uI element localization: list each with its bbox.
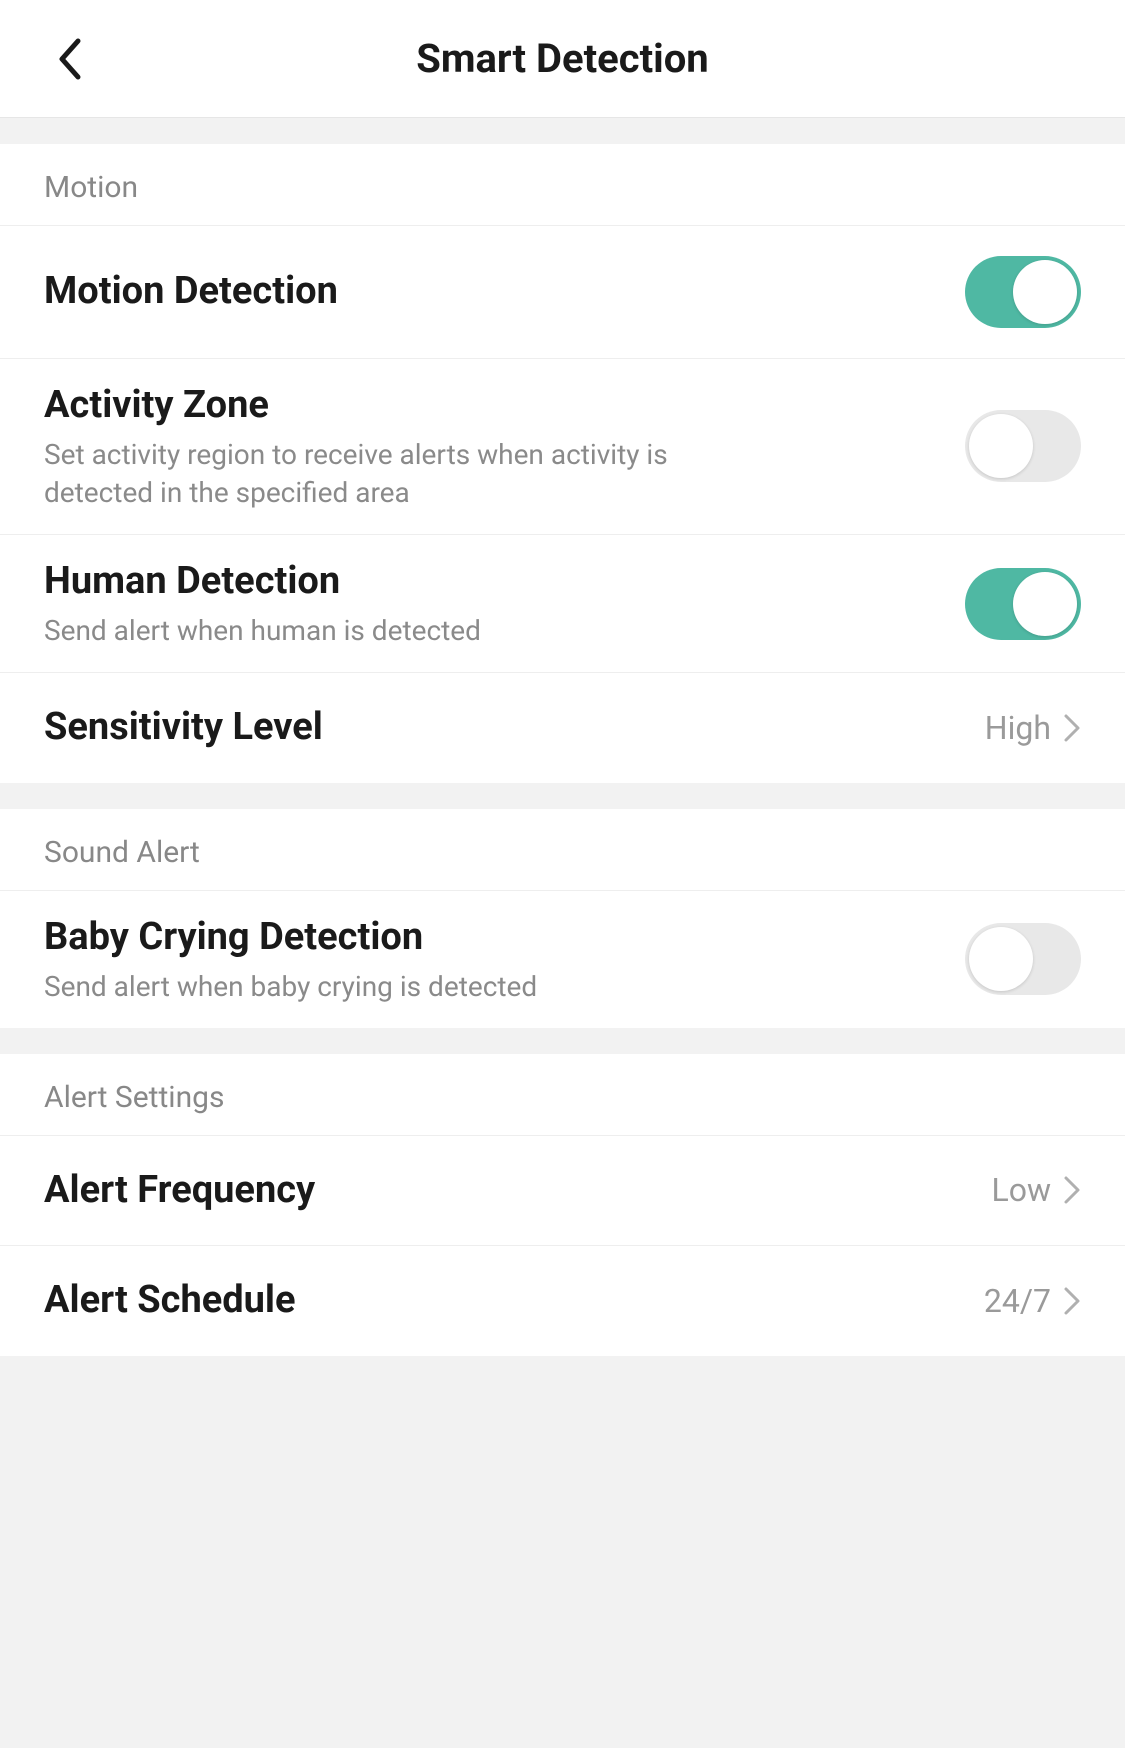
baby-crying-subtitle: Send alert when baby crying is detected bbox=[44, 968, 694, 1006]
row-right: Low bbox=[991, 1171, 1081, 1209]
row-text: Sensitivity Level bbox=[44, 703, 985, 752]
section-sound: Sound Alert Baby Crying Detection Send a… bbox=[0, 809, 1125, 1028]
row-text: Human Detection Send alert when human is… bbox=[44, 557, 965, 650]
row-text: Motion Detection bbox=[44, 267, 965, 316]
activity-zone-subtitle: Set activity region to receive alerts wh… bbox=[44, 436, 694, 512]
human-detection-subtitle: Send alert when human is detected bbox=[44, 612, 694, 650]
alert-schedule-value: 24/7 bbox=[984, 1282, 1051, 1320]
row-human-detection[interactable]: Human Detection Send alert when human is… bbox=[0, 535, 1125, 673]
human-detection-toggle[interactable] bbox=[965, 568, 1081, 640]
spacer bbox=[0, 1028, 1125, 1054]
row-activity-zone[interactable]: Activity Zone Set activity region to rec… bbox=[0, 359, 1125, 535]
spacer bbox=[0, 118, 1125, 144]
section-motion: Motion Motion Detection Activity Zone Se… bbox=[0, 144, 1125, 783]
baby-crying-title: Baby Crying Detection bbox=[44, 913, 945, 962]
section-header-motion: Motion bbox=[0, 144, 1125, 226]
activity-zone-title: Activity Zone bbox=[44, 381, 945, 430]
page-title: Smart Detection bbox=[0, 35, 1125, 82]
toggle-knob bbox=[969, 927, 1033, 991]
toggle-knob bbox=[1013, 572, 1077, 636]
activity-zone-toggle[interactable] bbox=[965, 410, 1081, 482]
sensitivity-title: Sensitivity Level bbox=[44, 703, 965, 752]
spacer bbox=[0, 783, 1125, 809]
row-alert-frequency[interactable]: Alert Frequency Low bbox=[0, 1136, 1125, 1246]
toggle-knob bbox=[1013, 260, 1077, 324]
alert-schedule-title: Alert Schedule bbox=[44, 1276, 964, 1325]
section-alert: Alert Settings Alert Frequency Low Alert… bbox=[0, 1054, 1125, 1356]
row-text: Baby Crying Detection Send alert when ba… bbox=[44, 913, 965, 1006]
row-right: High bbox=[985, 709, 1081, 747]
row-motion-detection[interactable]: Motion Detection bbox=[0, 226, 1125, 359]
row-text: Alert Schedule bbox=[44, 1276, 984, 1325]
section-header-alert: Alert Settings bbox=[0, 1054, 1125, 1136]
motion-detection-title: Motion Detection bbox=[44, 267, 945, 316]
motion-detection-toggle[interactable] bbox=[965, 256, 1081, 328]
row-text: Alert Frequency bbox=[44, 1166, 991, 1215]
human-detection-title: Human Detection bbox=[44, 557, 945, 606]
chevron-right-icon bbox=[1063, 713, 1081, 743]
sensitivity-value: High bbox=[985, 709, 1051, 747]
row-right: 24/7 bbox=[984, 1282, 1081, 1320]
chevron-right-icon bbox=[1063, 1286, 1081, 1316]
alert-frequency-title: Alert Frequency bbox=[44, 1166, 971, 1215]
header: Smart Detection bbox=[0, 0, 1125, 118]
row-baby-crying[interactable]: Baby Crying Detection Send alert when ba… bbox=[0, 891, 1125, 1028]
toggle-knob bbox=[969, 414, 1033, 478]
row-text: Activity Zone Set activity region to rec… bbox=[44, 381, 965, 512]
chevron-right-icon bbox=[1063, 1175, 1081, 1205]
back-button[interactable] bbox=[48, 37, 92, 81]
baby-crying-toggle[interactable] bbox=[965, 923, 1081, 995]
alert-frequency-value: Low bbox=[991, 1171, 1051, 1209]
chevron-left-icon bbox=[56, 37, 84, 81]
row-alert-schedule[interactable]: Alert Schedule 24/7 bbox=[0, 1246, 1125, 1355]
row-sensitivity[interactable]: Sensitivity Level High bbox=[0, 673, 1125, 782]
section-header-sound: Sound Alert bbox=[0, 809, 1125, 891]
